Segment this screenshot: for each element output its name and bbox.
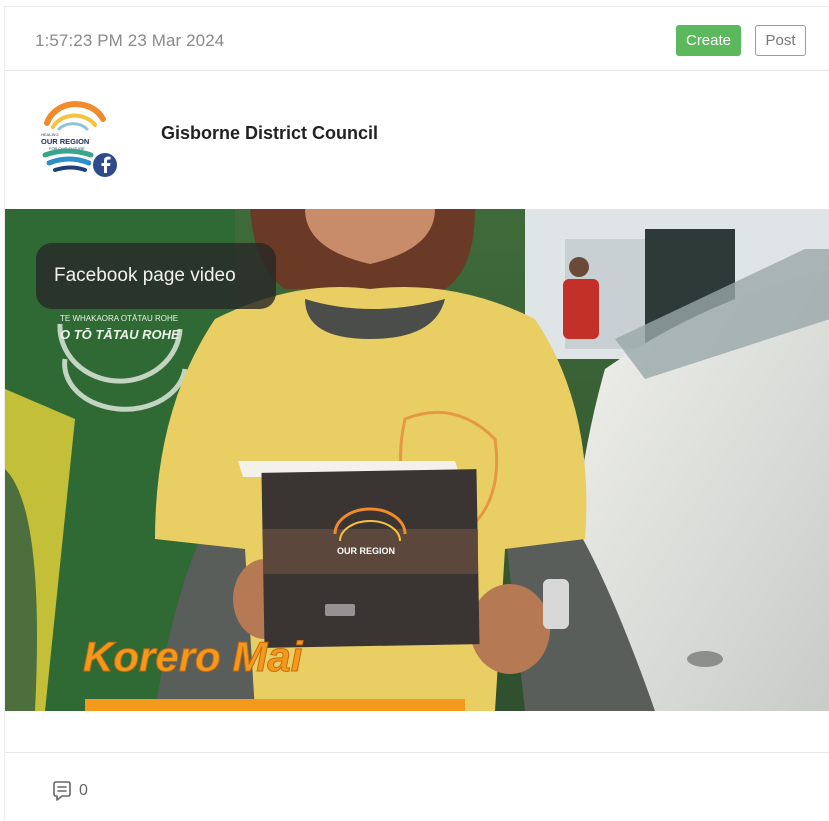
facebook-icon: [91, 151, 119, 179]
comment-icon: [53, 781, 71, 801]
avatar[interactable]: HEALING OUR REGION FOR OUR FUTURE: [33, 89, 121, 179]
post-header-bar: 1:57:23 PM 23 Mar 2024 Create Post: [5, 7, 829, 71]
create-button[interactable]: Create: [676, 25, 741, 56]
video-type-badge: Facebook page video: [36, 243, 276, 309]
post-button[interactable]: Post: [755, 25, 806, 56]
video-thumbnail[interactable]: TE WHAKAORA OTĀTAU ROHE O TŌ TĀTAU ROHE: [5, 209, 829, 711]
healing-our-region-logo: HEALING OUR REGION FOR OUR FUTURE: [41, 101, 119, 179]
booklet: OUR REGION: [238, 461, 480, 648]
footer-divider: [5, 752, 829, 753]
banner-text-2: O TŌ TĀTAU ROHE: [60, 327, 180, 342]
logo-text-our-region: OUR REGION: [41, 137, 89, 146]
comment-count: 0: [79, 782, 88, 799]
overlay-text-korero-mai: Korero Mai: [83, 633, 304, 680]
banner-text-1: TE WHAKAORA OTĀTAU ROHE: [60, 314, 178, 323]
post-timestamp: 1:57:23 PM 23 Mar 2024: [35, 31, 225, 50]
author-row: HEALING OUR REGION FOR OUR FUTURE Gisbor…: [5, 71, 829, 209]
booklet-title: OUR REGION: [337, 546, 395, 556]
author-name[interactable]: Gisborne District Council: [161, 123, 378, 144]
comment-counter[interactable]: 0: [51, 779, 88, 803]
post-card: 1:57:23 PM 23 Mar 2024 Create Post HEALI…: [4, 6, 829, 821]
